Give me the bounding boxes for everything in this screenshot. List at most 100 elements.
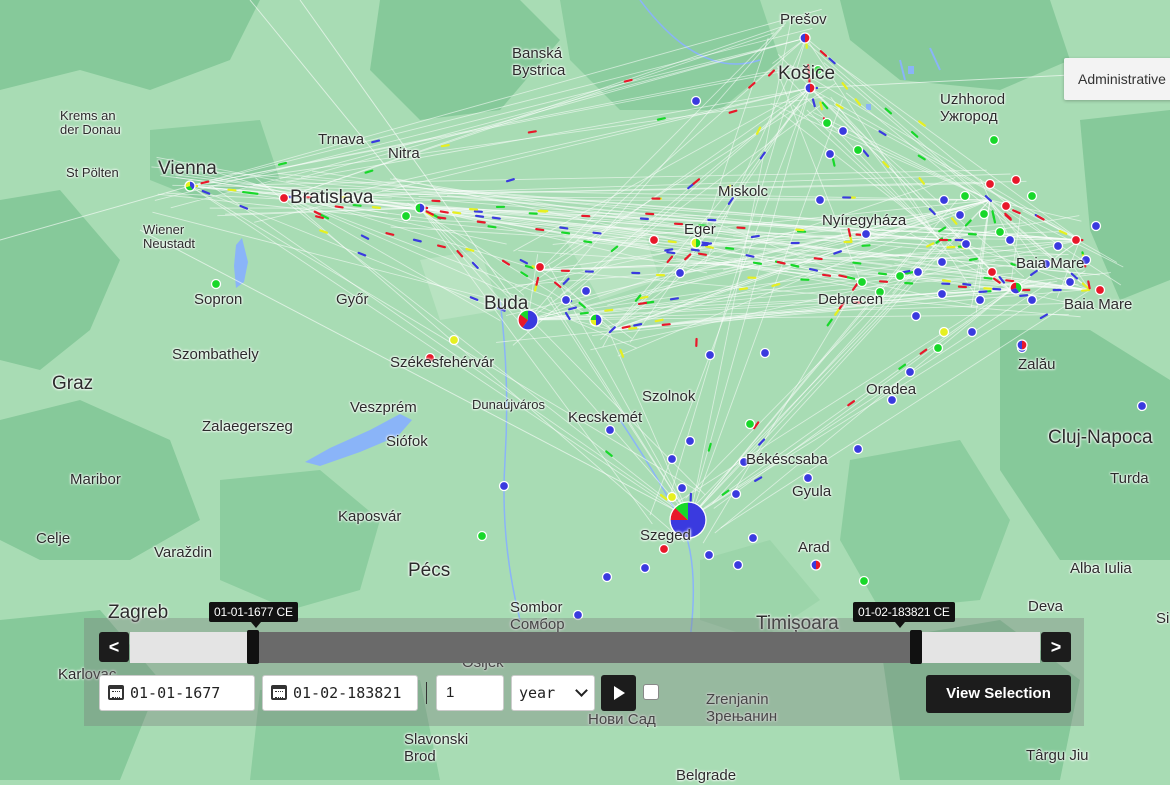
- flow-dash: [1020, 295, 1027, 296]
- step-size-input[interactable]: 1: [436, 675, 504, 711]
- city-label: Belgrade: [676, 768, 736, 785]
- step-unit-select[interactable]: year: [511, 675, 595, 711]
- flow-dash: [754, 263, 761, 264]
- administrative-layer-button[interactable]: Administrative: [1064, 58, 1170, 100]
- flow-dash: [605, 310, 612, 311]
- city-label: Oradea: [866, 382, 916, 399]
- start-date-input[interactable]: 01-01-1677: [99, 675, 255, 711]
- city-label: Nyíregyháza: [822, 213, 906, 230]
- view-selection-button[interactable]: View Selection: [926, 675, 1071, 713]
- city-label: Alba Iulia: [1070, 561, 1132, 578]
- location-marker: [402, 212, 411, 221]
- flow-dash: [560, 227, 567, 228]
- location-marker: [692, 97, 701, 106]
- flow-dash: [671, 298, 678, 299]
- flow-dash: [594, 233, 601, 234]
- city-label: WienerNeustadt: [143, 223, 195, 252]
- flow-dash: [1006, 280, 1013, 281]
- flow-dash: [993, 216, 995, 223]
- end-date-tooltip: 01-02-183821 CE: [853, 602, 955, 622]
- location-marker: [816, 196, 825, 205]
- start-date-tooltip: 01-01-1677 CE: [209, 602, 298, 622]
- chevron-down-icon: [575, 684, 588, 697]
- city-label: Miskolc: [718, 184, 768, 201]
- flow-dash: [699, 254, 706, 255]
- end-date-input[interactable]: 01-02-183821: [262, 675, 418, 711]
- city-label: Debrecen: [818, 292, 883, 309]
- city-label: Celje: [36, 531, 70, 548]
- location-marker: [854, 445, 863, 454]
- location-marker: [1072, 236, 1081, 245]
- location-marker: [749, 534, 758, 543]
- flow-dash: [778, 262, 785, 263]
- timeline-next-button[interactable]: >: [1041, 632, 1071, 662]
- end-date-value: 01-02-183821: [293, 684, 401, 702]
- location-marker: [956, 211, 965, 220]
- step-unit-value: year: [519, 684, 555, 702]
- location-marker: [734, 561, 743, 570]
- timeline-selected-range[interactable]: [250, 632, 914, 663]
- flow-dash: [493, 218, 500, 219]
- city-label: Gyula: [792, 484, 831, 501]
- timeline-end-handle[interactable]: [910, 630, 922, 664]
- flow-dash: [250, 193, 257, 194]
- city-label: Târgu Jiu: [1026, 748, 1089, 765]
- flow-dash: [373, 207, 380, 208]
- flow-dash: [815, 258, 822, 259]
- city-label: Turda: [1110, 471, 1149, 488]
- flow-dash: [623, 326, 630, 327]
- flow-dash: [442, 145, 449, 146]
- city-label: Trnava: [318, 132, 364, 149]
- flow-dash: [489, 226, 496, 227]
- flow-dash: [879, 273, 886, 274]
- timeline-start-handle[interactable]: [247, 630, 259, 664]
- loop-checkbox[interactable]: [643, 684, 659, 700]
- flow-dash: [476, 216, 483, 217]
- flow-dash: [641, 297, 648, 298]
- city-label: Varaždin: [154, 545, 212, 562]
- flow-dash: [665, 249, 672, 250]
- flow-dash: [641, 218, 648, 219]
- flow-dash: [581, 313, 588, 314]
- location-marker: [650, 236, 659, 245]
- location-marker: [980, 210, 989, 219]
- flow-dash: [823, 275, 830, 276]
- flow-dash: [847, 277, 854, 278]
- flow-dash: [438, 217, 445, 218]
- location-marker: [1054, 242, 1063, 251]
- location-marker: [906, 368, 915, 377]
- location-marker: [668, 493, 677, 502]
- location-marker: [1028, 296, 1037, 305]
- timeline-prev-button[interactable]: <: [99, 632, 129, 662]
- calendar-icon: [108, 685, 124, 700]
- flow-dash: [667, 252, 674, 253]
- flow-dash: [902, 271, 909, 272]
- flow-dash: [943, 280, 950, 281]
- flow-dash: [853, 263, 860, 264]
- location-marker: [976, 296, 985, 305]
- location-marker: [678, 484, 687, 493]
- location-marker: [732, 490, 741, 499]
- location-marker: [676, 269, 685, 278]
- city-label: Deva: [1028, 599, 1063, 616]
- location-marker: [934, 344, 943, 353]
- location-marker: [705, 551, 714, 560]
- play-button[interactable]: [601, 675, 636, 711]
- location-marker: [914, 268, 923, 277]
- flow-dash: [453, 212, 460, 213]
- flow-dash: [243, 192, 250, 193]
- location-marker: [641, 564, 650, 573]
- flow-dash: [228, 190, 235, 191]
- location-marker: [280, 194, 289, 203]
- city-label: Krems ander Donau: [60, 109, 121, 138]
- location-marker: [986, 180, 995, 189]
- flow-dash: [810, 269, 817, 270]
- location-marker: [1028, 192, 1037, 201]
- location-marker: [940, 328, 949, 337]
- city-label: Szombathely: [172, 347, 259, 364]
- city-label: Székesfehérvár: [390, 355, 494, 372]
- location-marker: [686, 437, 695, 446]
- flow-dash: [747, 255, 754, 256]
- city-label: Győr: [336, 292, 369, 309]
- city-label: Dunaújváros: [472, 398, 545, 412]
